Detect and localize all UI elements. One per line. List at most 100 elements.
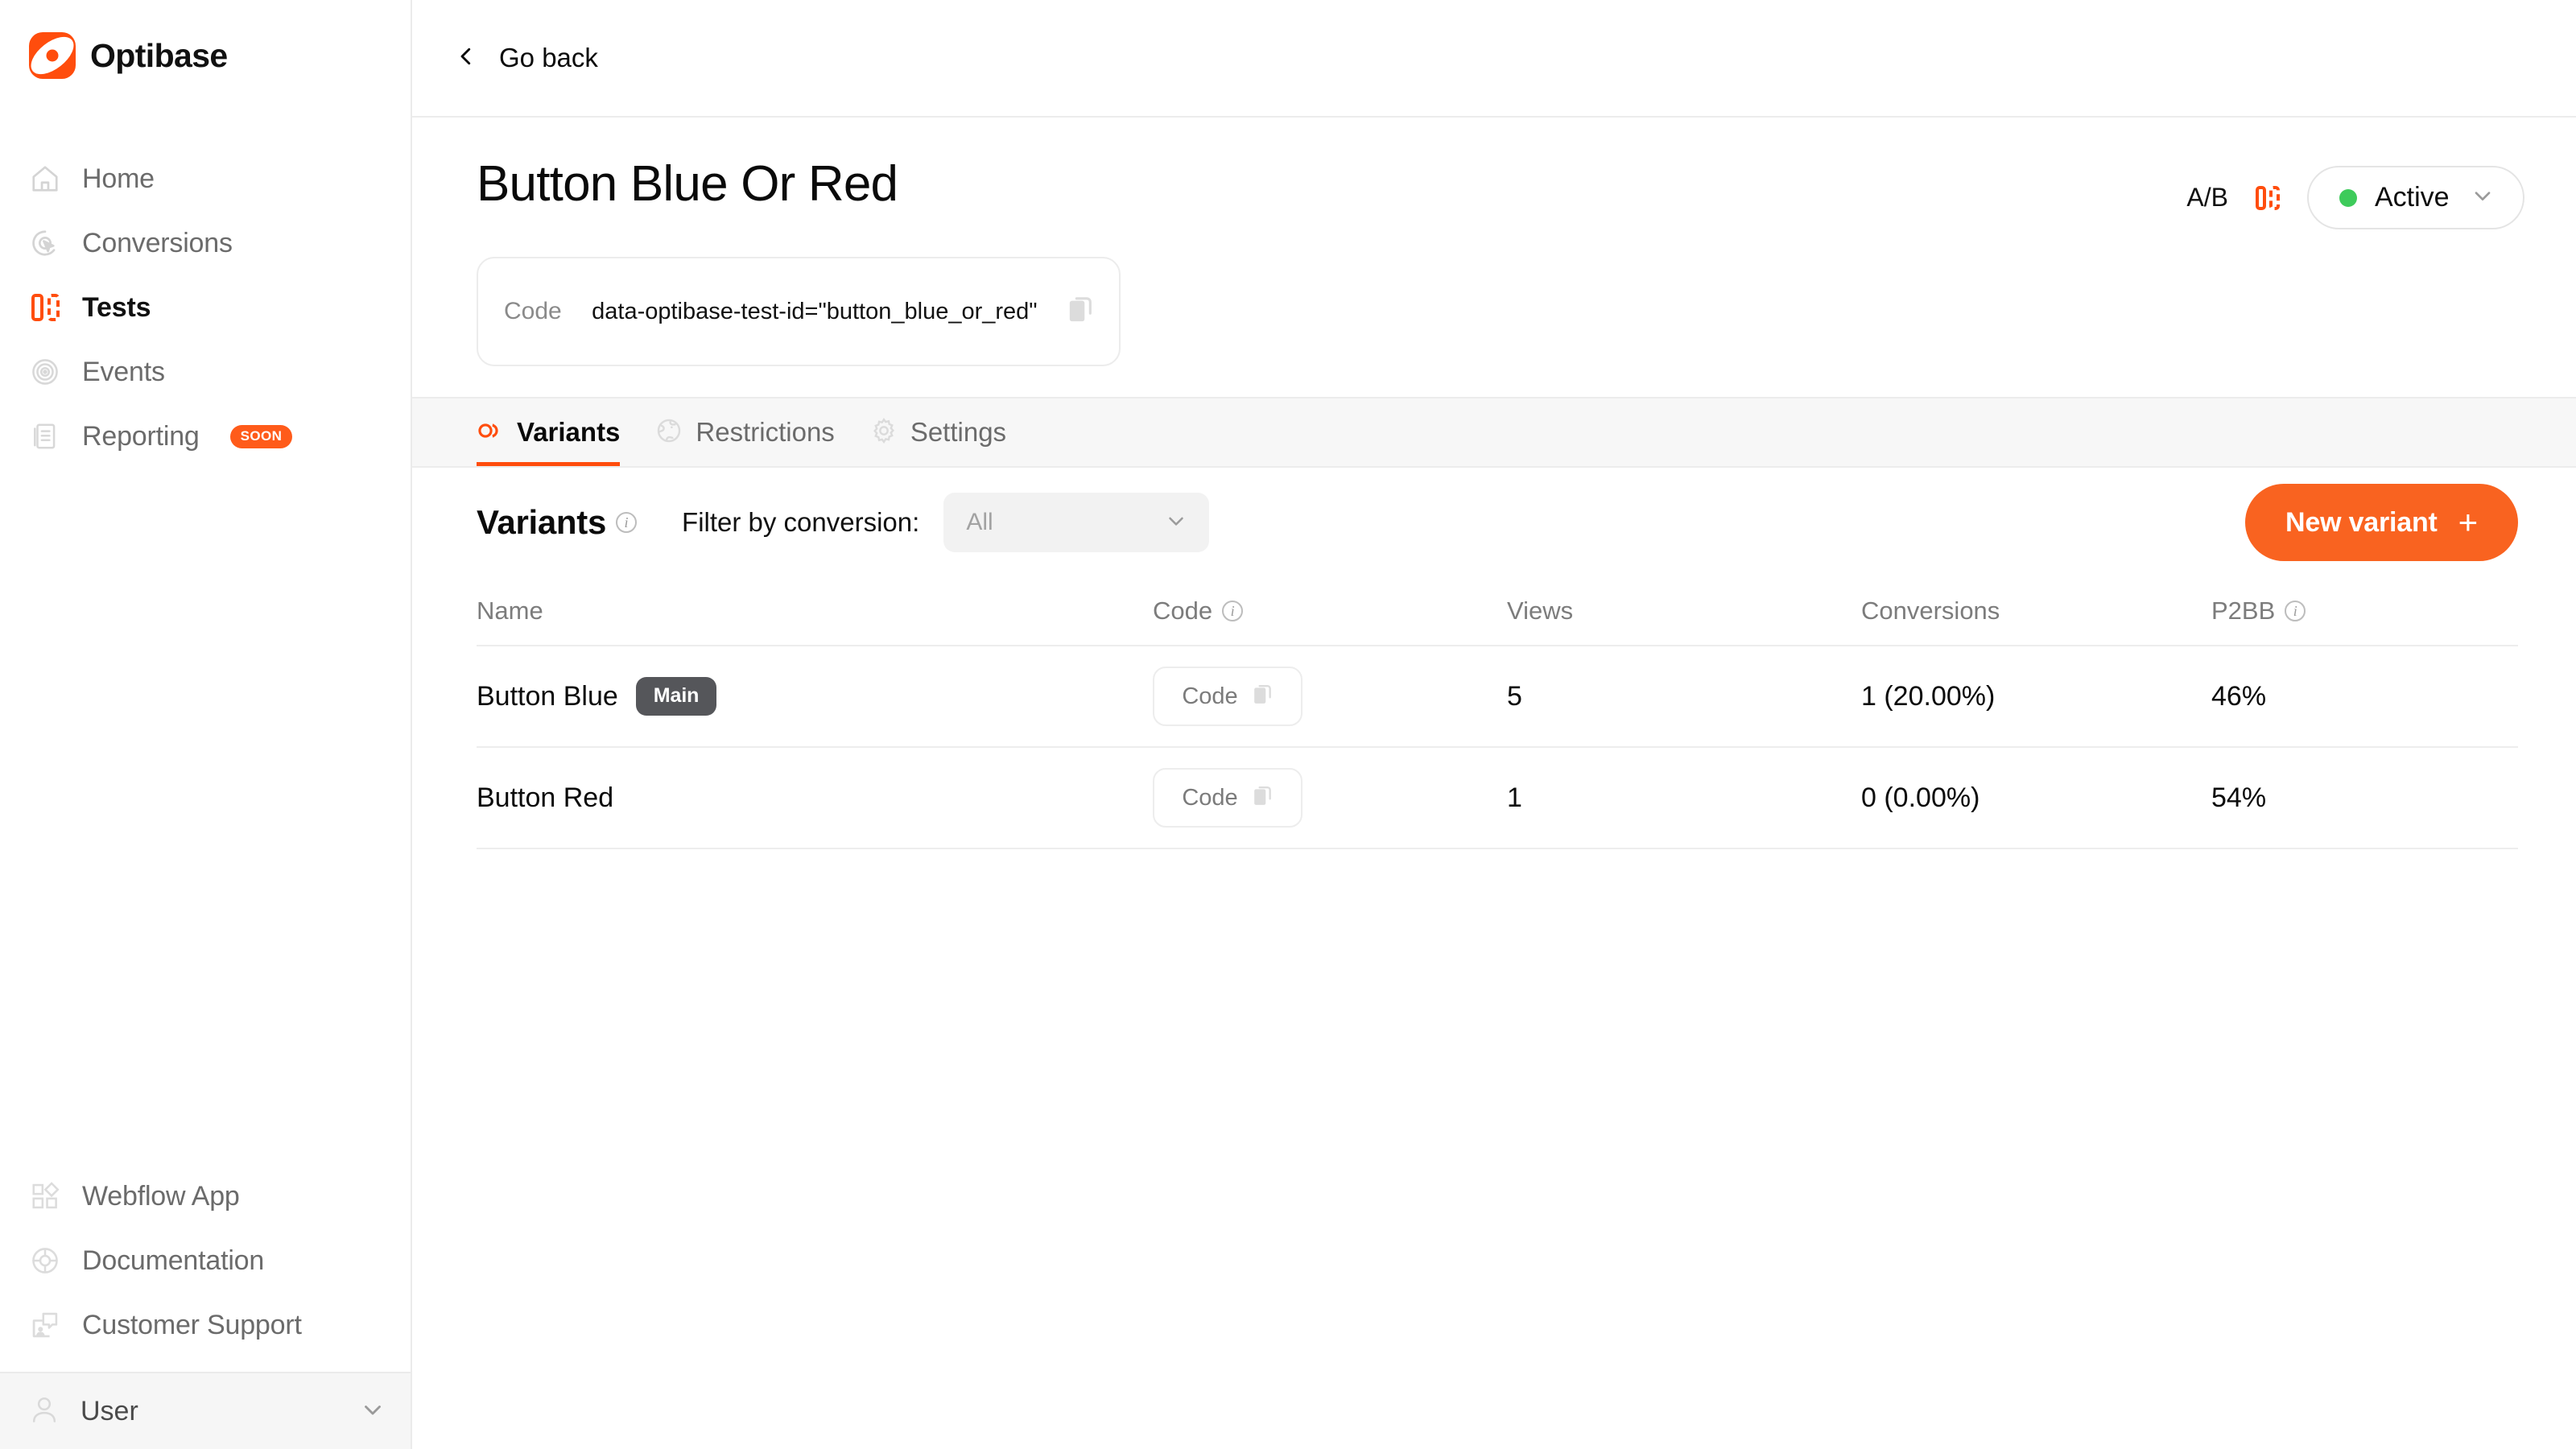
app-root: Optibase Home Conversions Tests Events R…	[0, 0, 2576, 1449]
filter-by-conversion-label: Filter by conversion:	[682, 507, 920, 537]
go-back-button[interactable]: Go back	[454, 43, 598, 73]
variant-name: Button Red	[477, 782, 614, 813]
brand-logo[interactable]: Optibase	[0, 0, 411, 84]
sidebar-user-label: User	[80, 1395, 138, 1426]
variants-table: Name Code i Views Conversions P2BB i But…	[412, 577, 2576, 849]
variant-conversions: 0 (0.00%)	[1861, 782, 1980, 813]
status-badge: Active	[2375, 182, 2450, 213]
status-dropdown[interactable]: Active	[2307, 166, 2524, 229]
sidebar-item-webflow-app[interactable]: Webflow App	[0, 1164, 411, 1228]
code-label: Code	[504, 298, 562, 324]
test-code-box[interactable]: Code data-optibase-test-id="button_blue_…	[477, 257, 1121, 366]
copy-icon	[1253, 784, 1274, 812]
variant-code-cell: Code	[1153, 768, 1507, 828]
column-header-name: Name	[477, 597, 543, 625]
gear-icon	[870, 417, 898, 448]
variant-p2bb: 54%	[2211, 782, 2267, 813]
plus-icon: +	[2458, 503, 2479, 542]
tab-label: Variants	[517, 417, 621, 447]
brand-name: Optibase	[90, 36, 228, 74]
optibase-eye-logo-icon	[29, 32, 76, 79]
info-icon[interactable]: i	[1222, 601, 1244, 621]
sidebar-item-label: Documentation	[82, 1245, 265, 1276]
ab-type-label: A/B	[2186, 183, 2228, 212]
sidebar-item-label: Home	[82, 163, 155, 194]
sidebar-item-documentation[interactable]: Documentation	[0, 1228, 411, 1293]
column-header-conversions: Conversions	[1861, 597, 2000, 625]
sidebar-item-label: Webflow App	[82, 1180, 240, 1212]
sidebar-item-events[interactable]: Events	[0, 340, 411, 404]
sidebar-item-label: Tests	[82, 291, 151, 323]
ab-test-icon	[2256, 185, 2280, 210]
code-value: data-optibase-test-id="button_blue_or_re…	[592, 298, 1038, 324]
cursor-target-icon	[29, 227, 61, 259]
ab-test-icon	[29, 291, 61, 324]
variant-name-cell: Button Red	[477, 782, 1153, 814]
variants-title: Variants	[477, 503, 607, 541]
lifebuoy-icon	[29, 1245, 61, 1277]
code-button-label: Code	[1182, 683, 1238, 709]
soon-badge: SOON	[229, 424, 293, 448]
column-header-code: Code i	[1153, 597, 1507, 625]
info-icon[interactable]: i	[2285, 601, 2306, 621]
sidebar-item-label: Reporting	[82, 420, 200, 452]
copy-code-button[interactable]: Code	[1153, 667, 1302, 726]
sidebar: Optibase Home Conversions Tests Events R…	[0, 0, 412, 1449]
grid-shapes-icon	[29, 1180, 61, 1212]
variants-toolbar: Variants i Filter by conversion: All New…	[412, 468, 2576, 577]
top-bar: Go back	[412, 0, 2576, 118]
column-header-p2bb: P2BB i	[2211, 597, 2518, 625]
table-header-row: Name Code i Views Conversions P2BB i	[477, 577, 2518, 646]
variants-icon	[477, 417, 504, 448]
sidebar-nav-bottom: Webflow App Documentation Customer Suppo…	[0, 1164, 411, 1372]
main-content: Go back Button Blue Or Red A/B Active Co…	[412, 0, 2576, 1449]
sidebar-item-conversions[interactable]: Conversions	[0, 211, 411, 275]
variant-views: 1	[1507, 782, 1522, 813]
table-row[interactable]: Button Red Code 1 0 (0.00%) 54%	[477, 748, 2518, 849]
column-header-views: Views	[1507, 597, 1574, 625]
support-chat-icon	[29, 1309, 61, 1341]
code-button-label: Code	[1182, 784, 1238, 811]
sidebar-item-label: Events	[82, 356, 165, 387]
variant-name: Button Blue	[477, 680, 618, 712]
sidebar-item-customer-support[interactable]: Customer Support	[0, 1293, 411, 1357]
chevron-down-icon	[1164, 509, 1188, 537]
table-row[interactable]: Button Blue Main Code 5 1 (20.00%) 46%	[477, 646, 2518, 748]
variant-name-cell: Button Blue Main	[477, 677, 1153, 716]
copy-icon[interactable]	[1067, 295, 1095, 329]
document-report-icon	[29, 420, 61, 452]
copy-icon	[1253, 683, 1274, 711]
filter-by-conversion-select[interactable]: All	[943, 493, 1210, 552]
chevron-left-icon	[454, 44, 478, 72]
sidebar-user-menu[interactable]: User	[0, 1372, 411, 1449]
sidebar-item-tests[interactable]: Tests	[0, 275, 411, 340]
copy-code-button[interactable]: Code	[1153, 768, 1302, 828]
table-body: Button Blue Main Code 5 1 (20.00%) 46% B…	[477, 646, 2518, 849]
header-actions: A/B Active	[2186, 159, 2524, 229]
tab-restrictions[interactable]: Restrictions	[638, 398, 852, 466]
status-dot-icon	[2339, 188, 2357, 207]
filter-selected-value: All	[966, 509, 993, 535]
page-title: Button Blue Or Red	[477, 156, 898, 212]
new-variant-button[interactable]: New variant +	[2245, 484, 2518, 561]
target-rings-icon	[29, 356, 61, 388]
tab-variants[interactable]: Variants	[477, 398, 638, 466]
tab-settings[interactable]: Settings	[852, 398, 1024, 466]
variant-conversions: 1 (20.00%)	[1861, 680, 1996, 712]
sidebar-item-reporting[interactable]: Reporting SOON	[0, 404, 411, 469]
sidebar-item-home[interactable]: Home	[0, 147, 411, 211]
variant-p2bb: 46%	[2211, 680, 2267, 712]
chevron-down-icon	[2470, 183, 2496, 213]
tab-bar: Variants Restrictions Settings	[412, 397, 2576, 468]
sidebar-item-label: Customer Support	[82, 1309, 302, 1340]
globe-icon	[655, 417, 683, 448]
info-icon[interactable]: i	[616, 512, 638, 533]
tab-label: Settings	[910, 417, 1007, 447]
main-variant-badge: Main	[635, 677, 717, 716]
chevron-down-icon	[359, 1396, 386, 1427]
variant-views: 5	[1507, 680, 1522, 712]
variant-code-cell: Code	[1153, 667, 1507, 726]
sidebar-nav-main: Home Conversions Tests Events Reporting …	[0, 147, 411, 469]
go-back-label: Go back	[499, 43, 598, 72]
tab-label: Restrictions	[696, 417, 835, 447]
